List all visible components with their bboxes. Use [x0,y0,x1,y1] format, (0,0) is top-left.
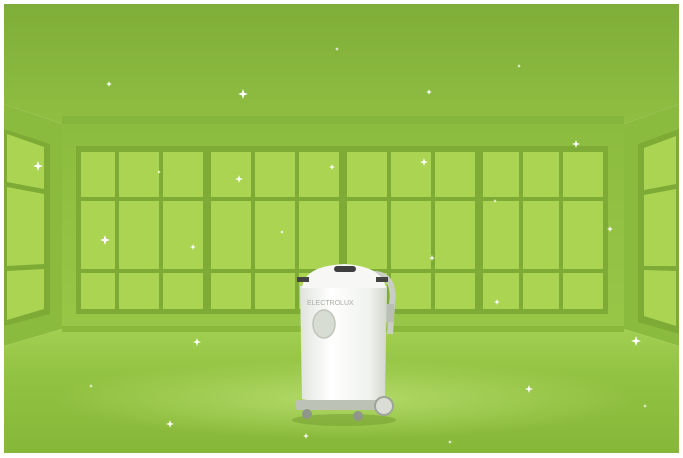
ceiling [4,4,679,124]
left-window [4,129,50,326]
device-brand-label: ELECTROLUX [307,300,354,307]
right-window [638,129,679,334]
room-illustration: ELECTROLUX [4,4,679,453]
room-scene: ELECTROLUX [4,4,679,453]
cleaner-device: ELECTROLUX [292,264,396,426]
